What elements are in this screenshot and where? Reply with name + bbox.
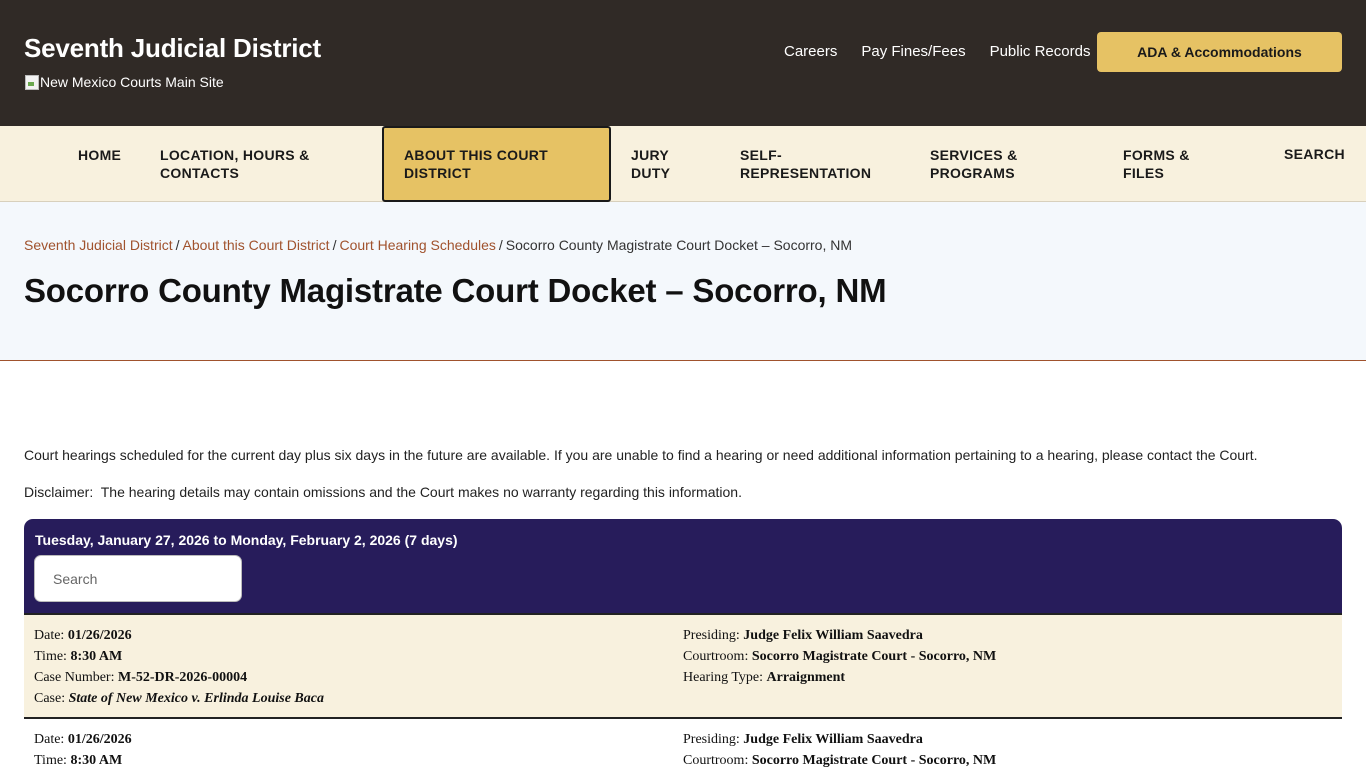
site-title[interactable]: Seventh Judicial District: [24, 33, 321, 64]
breadcrumb-separator: /: [332, 237, 337, 253]
courtroom: Socorro Magistrate Court - Socorro, NM: [751, 753, 997, 768]
nav-forms-files[interactable]: FORMS & FILES: [1123, 126, 1190, 202]
nav-home[interactable]: HOME: [78, 126, 121, 202]
hearing-details-right: Presiding: Judge Felix William Saavedra …: [683, 732, 997, 768]
breadcrumb-separator: /: [175, 237, 180, 253]
disclaimer-text: Disclaimer: The hearing details may cont…: [24, 484, 742, 500]
breadcrumb-separator: /: [498, 237, 503, 253]
page-title: Socorro County Magistrate Court Docket –…: [24, 272, 887, 309]
nav-location-hours-contacts[interactable]: LOCATION, HOURS & CONTACTS: [160, 126, 310, 202]
hearing-type: Arraignment: [766, 670, 846, 685]
main-site-link[interactable]: New Mexico Courts Main Site: [24, 74, 224, 90]
breadcrumb-about[interactable]: About this Court District: [183, 237, 330, 253]
nav-about-court-district[interactable]: ABOUT THIS COURT DISTRICT: [382, 126, 611, 202]
hearing-record: Date: 01/26/2026 Time: 8:30 AM Presiding…: [24, 719, 1342, 768]
nav-self-representation[interactable]: SELF- REPRESENTATION: [740, 126, 871, 202]
case-name: State of New Mexico v. Erlinda Louise Ba…: [68, 691, 324, 706]
utility-links: Careers Pay Fines/Fees Public Records: [784, 43, 1114, 60]
hearing-time: 8:30 AM: [70, 649, 123, 664]
broken-image-icon: [24, 74, 40, 90]
intro-text: Court hearings scheduled for the current…: [24, 447, 1258, 463]
presiding-judge: Judge Felix William Saavedra: [743, 732, 923, 747]
hearing-details-left: Date: 01/26/2026 Time: 8:30 AM: [34, 732, 132, 768]
docket-search-input[interactable]: [34, 555, 242, 602]
public-records-link[interactable]: Public Records: [990, 43, 1091, 60]
page-banner: Seventh Judicial District / About this Cou…: [0, 202, 1366, 361]
ada-accommodations-button[interactable]: ADA & Accommodations: [1097, 32, 1342, 72]
hearing-record: Date: 01/26/2026 Time: 8:30 AM Case Numb…: [24, 613, 1342, 719]
hearing-date: 01/26/2026: [67, 732, 132, 747]
main-site-alt-text: New Mexico Courts Main Site: [40, 74, 224, 90]
hearing-date: 01/26/2026: [67, 628, 132, 643]
careers-link[interactable]: Careers: [784, 43, 837, 60]
docket-header: Tuesday, January 27, 2026 to Monday, Feb…: [24, 519, 1342, 613]
nav-services-programs[interactable]: SERVICES & PROGRAMS: [930, 126, 1018, 202]
breadcrumb-current: Socorro County Magistrate Court Docket –…: [505, 237, 853, 253]
breadcrumb-home[interactable]: Seventh Judicial District: [24, 237, 173, 253]
site-header: Seventh Judicial District New Mexico Cou…: [0, 0, 1366, 126]
main-nav: HOME LOCATION, HOURS & CONTACTS ABOUT TH…: [0, 126, 1366, 202]
nav-search[interactable]: SEARCH: [1284, 126, 1345, 202]
courtroom: Socorro Magistrate Court - Socorro, NM: [751, 649, 997, 664]
hearing-time: 8:30 AM: [70, 753, 123, 768]
hearing-details-right: Presiding: Judge Felix William Saavedra …: [683, 628, 997, 685]
case-number: M-52-DR-2026-00004: [117, 670, 248, 685]
breadcrumb-schedules[interactable]: Court Hearing Schedules: [339, 237, 495, 253]
breadcrumb: Seventh Judicial District / About this Cou…: [24, 237, 852, 253]
hearing-details-left: Date: 01/26/2026 Time: 8:30 AM Case Numb…: [34, 628, 324, 706]
nav-jury-duty[interactable]: JURY DUTY: [631, 126, 670, 202]
presiding-judge: Judge Felix William Saavedra: [743, 628, 923, 643]
pay-fines-link[interactable]: Pay Fines/Fees: [861, 43, 965, 60]
date-range: Tuesday, January 27, 2026 to Monday, Feb…: [35, 532, 458, 548]
